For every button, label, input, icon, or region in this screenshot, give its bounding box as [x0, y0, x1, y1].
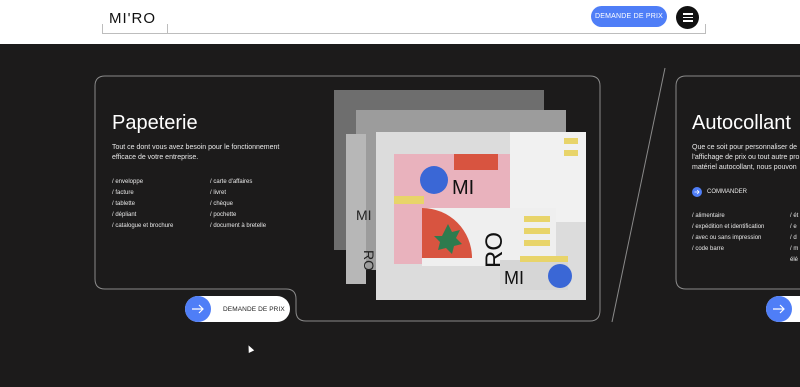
list-item[interactable]: / livret [210, 188, 266, 199]
list-item[interactable]: / expédition et identification [692, 222, 764, 233]
description-line: matériel autocollant, nous pouvon [692, 164, 797, 171]
list-item[interactable]: / dépliant [112, 210, 173, 221]
description-line: l'affichage de prix ou tout autre pro [692, 154, 800, 161]
list-item[interactable]: / d [790, 233, 800, 244]
mockup-text: RO [361, 250, 377, 271]
autocollant-list-right: / ét / e / d / m élé [790, 211, 800, 266]
papeterie-list-left: / enveloppe / facture / tablette / dépli… [112, 177, 173, 232]
list-item[interactable]: / ét [790, 211, 800, 222]
autocollant-title: Autocollant [692, 112, 791, 134]
mockup-text: MI [504, 268, 524, 288]
papeterie-title: Papeterie [112, 112, 198, 134]
description-line: Que ce soit pour personnaliser de [692, 144, 798, 151]
papeterie-description: Tout ce dont vous avez besoin pour le fo… [112, 144, 280, 161]
autocollant-list-left: / alimentaire / expédition et identifica… [692, 211, 764, 255]
autocollant-description: Que ce soit pour personnaliser de l'affi… [692, 143, 800, 173]
papeterie-list-right: / carte d'affaires / livret / chèque / p… [210, 177, 266, 232]
arrow-right-icon [692, 187, 702, 197]
papeterie-quote-button[interactable]: DEMANDE DE PRIX [185, 296, 290, 322]
list-item[interactable]: / enveloppe [112, 177, 173, 188]
list-item[interactable]: / m [790, 244, 800, 255]
list-item[interactable]: / avec ou sans impression [692, 233, 764, 244]
list-item[interactable]: / catalogue et brochure [112, 221, 173, 232]
papeterie-quote-label: DEMANDE DE PRIX [223, 305, 285, 313]
list-item[interactable]: / tablette [112, 199, 173, 210]
order-button[interactable]: COMMANDER [692, 187, 747, 197]
mockup-text: MI [452, 177, 474, 199]
arrow-right-icon [766, 296, 792, 322]
list-item[interactable]: / alimentaire [692, 211, 764, 222]
list-item[interactable]: / pochette [210, 210, 266, 221]
list-item[interactable]: / carte d'affaires [210, 177, 266, 188]
mockup-text: MI [356, 207, 372, 223]
list-item[interactable]: élé [790, 255, 800, 266]
arrow-right-icon [185, 296, 211, 322]
list-item[interactable]: / e [790, 222, 800, 233]
list-item[interactable]: / code barre [692, 244, 764, 255]
list-item[interactable]: / document à bretelle [210, 221, 266, 232]
order-button-label: COMMANDER [707, 189, 747, 195]
stationery-mockup-image: MI RO MI RO MI [334, 90, 586, 300]
list-item[interactable]: / facture [112, 188, 173, 199]
list-item[interactable]: / chèque [210, 199, 266, 210]
autocollant-quote-button[interactable] [766, 296, 800, 322]
